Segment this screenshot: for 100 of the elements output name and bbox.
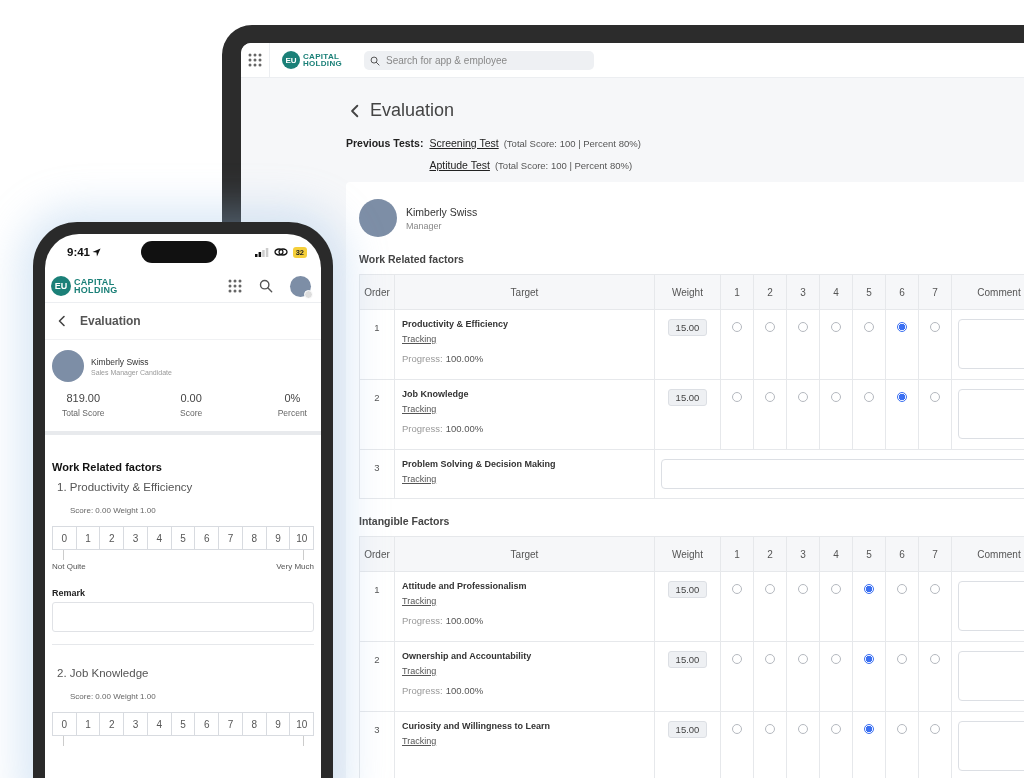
target-name: Ownership and Accountability: [402, 651, 532, 661]
factor-score-text: Score: 0.00 Weight 1.00: [70, 692, 157, 701]
progress-value: 100.00%: [445, 353, 484, 364]
scale-option[interactable]: 5: [170, 712, 196, 736]
weight-value: 15.00: [667, 581, 708, 598]
avatar: [52, 350, 84, 382]
search-icon[interactable]: [259, 279, 273, 293]
scale-option[interactable]: 9: [265, 526, 291, 550]
employee-name: Kimberly Swiss: [406, 205, 478, 218]
answer-field[interactable]: [661, 459, 1024, 489]
scale-option[interactable]: 10: [289, 526, 315, 550]
tracking-link[interactable]: Tracking: [402, 736, 437, 746]
scale-option[interactable]: 5: [170, 526, 196, 550]
rating-radio[interactable]: [864, 584, 874, 594]
apps-grid-icon[interactable]: [248, 53, 262, 67]
tracking-link[interactable]: Tracking: [402, 596, 437, 606]
page-title: Evaluation: [370, 100, 455, 121]
section-title: Work Related factors: [52, 461, 163, 473]
column-header: 2: [753, 274, 787, 310]
scale-option[interactable]: 0: [52, 526, 77, 550]
rating-radio[interactable]: [864, 654, 874, 664]
progress-label: Progress:: [402, 423, 443, 434]
column-header: 1: [720, 536, 754, 572]
scale-option[interactable]: 2: [99, 526, 125, 550]
column-header: 4: [819, 536, 853, 572]
scale-option[interactable]: 7: [218, 526, 243, 550]
scale-option[interactable]: 7: [218, 712, 243, 736]
status-badge: [304, 289, 313, 299]
scale-option[interactable]: 10: [289, 712, 315, 736]
target-name: Curiosity and Willingness to Learn: [402, 721, 550, 731]
test-link[interactable]: Screening Test: [429, 137, 499, 150]
column-header: Target: [394, 536, 655, 572]
signal-icon: [254, 247, 269, 257]
scale-option[interactable]: 4: [146, 526, 172, 550]
scale-option[interactable]: 8: [241, 712, 267, 736]
scale-option[interactable]: 2: [99, 712, 125, 736]
rating-radio[interactable]: [897, 322, 907, 332]
scale-option[interactable]: 6: [194, 526, 220, 550]
column-header: 5: [852, 536, 886, 572]
search-icon[interactable]: [370, 55, 380, 66]
logo-badge: EU: [51, 276, 71, 296]
scale-option[interactable]: 9: [265, 712, 291, 736]
search-field[interactable]: Search for app & employee: [364, 50, 594, 70]
scale-option[interactable]: 1: [75, 712, 101, 736]
column-header: 3: [786, 536, 820, 572]
progress-label: Progress:: [402, 615, 443, 626]
test-link[interactable]: Aptitude Test: [429, 159, 490, 172]
column-header: 1: [720, 274, 754, 310]
scale-option[interactable]: 0: [52, 712, 77, 736]
employee-role: Manager: [406, 220, 443, 231]
stat-label: Score: [180, 408, 203, 418]
comment-field[interactable]: [958, 721, 1024, 771]
remark-label: Remark: [52, 588, 87, 598]
tracking-link[interactable]: Tracking: [402, 474, 437, 484]
column-header: 4: [819, 274, 853, 310]
previous-tests-label: Previous Tests:: [346, 137, 424, 151]
stat-value: 0%: [284, 392, 301, 404]
column-header: 5: [852, 274, 886, 310]
logo-text: HOLDING: [303, 60, 342, 67]
target-name: Job Knowledge: [402, 389, 469, 399]
stat-value: 819.00: [66, 392, 101, 404]
progress-value: 100.00%: [445, 423, 484, 434]
link-icon: [273, 247, 288, 257]
tracking-link[interactable]: Tracking: [402, 666, 437, 676]
stat-label: Percent: [277, 408, 307, 418]
scale-option[interactable]: 8: [241, 526, 267, 550]
scale-option[interactable]: 4: [146, 712, 172, 736]
progress-label: Progress:: [402, 353, 443, 364]
scale-option[interactable]: 6: [194, 712, 220, 736]
comment-field[interactable]: [958, 581, 1024, 631]
progress-value: 100.00%: [445, 615, 484, 626]
rating-radio[interactable]: [864, 724, 874, 734]
stat-value: 0.00: [180, 392, 202, 404]
order-cell: 1: [359, 309, 395, 380]
scale-option[interactable]: 1: [75, 526, 101, 550]
avatar: [359, 199, 397, 237]
rating-radio[interactable]: [897, 392, 907, 402]
tracking-link[interactable]: Tracking: [402, 404, 437, 414]
comment-field[interactable]: [958, 319, 1024, 369]
back-chevron-icon[interactable]: [56, 315, 68, 327]
order-cell: 1: [359, 571, 395, 642]
column-header: Weight: [654, 536, 721, 572]
scale-option[interactable]: 3: [123, 526, 148, 550]
tracking-link[interactable]: Tracking: [402, 334, 437, 344]
column-header: 7: [918, 274, 952, 310]
column-header: Comment: [951, 274, 1024, 310]
column-header: Order: [359, 536, 395, 572]
stat-label: Total Score: [62, 408, 105, 418]
scale-high-label: Very Much: [276, 562, 314, 571]
user-avatar[interactable]: [290, 275, 311, 297]
order-cell: 2: [359, 379, 395, 450]
column-header: 6: [885, 536, 919, 572]
comment-field[interactable]: [958, 389, 1024, 439]
comment-field[interactable]: [958, 651, 1024, 701]
scale-option[interactable]: 3: [123, 712, 148, 736]
remark-field[interactable]: [52, 602, 314, 632]
logo-text: CAPITAL: [74, 278, 116, 286]
order-cell: 3: [359, 711, 395, 778]
apps-grid-icon[interactable]: [228, 279, 242, 293]
logo-text: HOLDING: [74, 286, 118, 294]
